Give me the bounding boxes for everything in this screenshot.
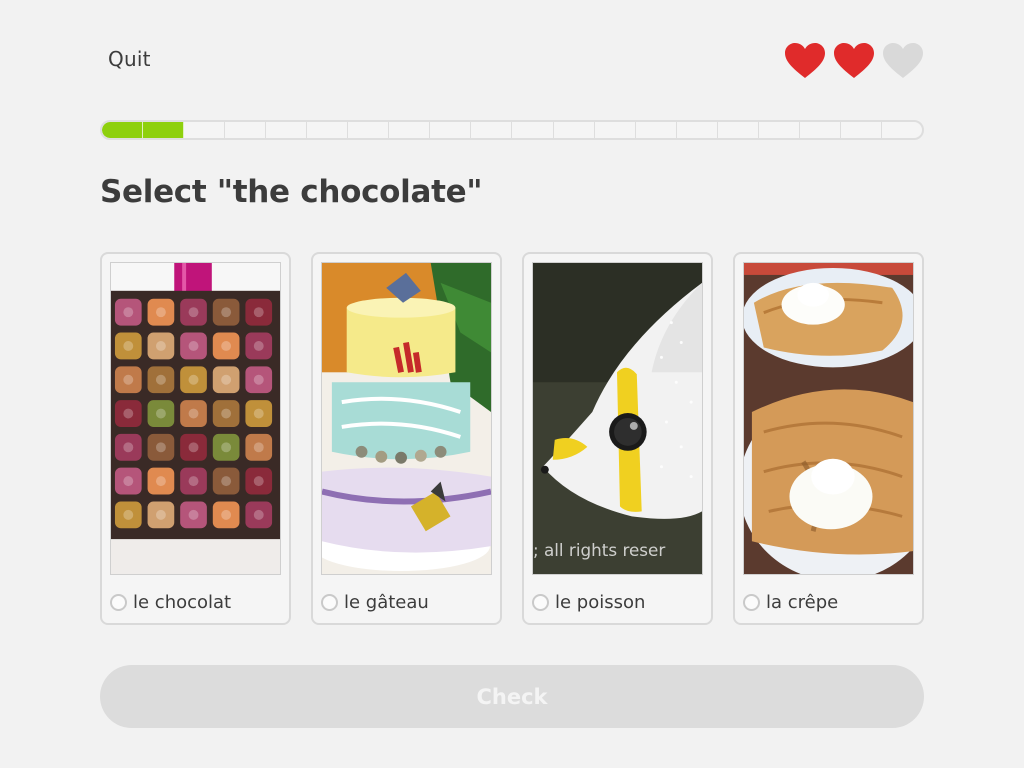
- progress-segment: [512, 122, 554, 138]
- chocolate-pattern: [188, 340, 199, 351]
- chocolate-pattern: [155, 442, 166, 453]
- quit-button[interactable]: Quit: [108, 47, 151, 71]
- crepe-image: [743, 262, 914, 575]
- progress-segment: [800, 122, 841, 138]
- progress-segment: [882, 122, 922, 138]
- fish-image: ; all rights reser: [532, 262, 703, 575]
- radio-button[interactable]: [321, 594, 338, 611]
- chocolate-pattern: [253, 442, 264, 453]
- choice-card-crepe[interactable]: la crêpe: [733, 252, 924, 625]
- chocolate-pattern: [123, 307, 134, 318]
- chocolate-pattern: [221, 442, 232, 453]
- progress-segments: [102, 122, 922, 138]
- choice-card-poisson[interactable]: ; all rights reser le poisson: [522, 252, 713, 625]
- progress-segment: [266, 122, 308, 138]
- progress-segment: [307, 122, 349, 138]
- chocolate-pattern: [221, 374, 232, 385]
- chocolate-pattern: [253, 374, 264, 385]
- chocolate-pattern: [253, 408, 264, 419]
- progress-segment: [636, 122, 677, 138]
- choice-label: le poisson: [555, 592, 646, 613]
- check-button[interactable]: Check: [100, 665, 924, 728]
- prompt-title: Select "the chocolate": [100, 174, 483, 210]
- cake-image: [321, 262, 492, 575]
- chocolate-pattern: [155, 374, 166, 385]
- chocolate-pattern: [155, 307, 166, 318]
- choice-card-chocolat[interactable]: le chocolat: [100, 252, 291, 625]
- lesson-progress-bar: [100, 120, 924, 140]
- chocolate-pattern: [253, 509, 264, 520]
- chocolate-pattern: [123, 509, 134, 520]
- choice-label-row: le gâteau: [321, 592, 429, 613]
- chocolate-pattern: [188, 307, 199, 318]
- chocolate-pattern: [221, 307, 232, 318]
- progress-segment: [718, 122, 759, 138]
- progress-segment: [759, 122, 800, 138]
- chocolate-pattern: [123, 476, 134, 487]
- progress-segment: [841, 122, 882, 138]
- chocolate-pattern: [221, 340, 232, 351]
- progress-segment: [677, 122, 718, 138]
- chocolate-pattern: [188, 408, 199, 419]
- radio-button[interactable]: [743, 594, 760, 611]
- progress-segment: [471, 122, 513, 138]
- progress-segment: [430, 122, 472, 138]
- chocolate-pattern: [123, 374, 134, 385]
- chocolate-pattern: [221, 408, 232, 419]
- progress-segment: [389, 122, 431, 138]
- chocolate-pattern: [221, 509, 232, 520]
- chocolate-pattern: [123, 408, 134, 419]
- progress-segment: [102, 122, 144, 138]
- chocolate-pattern: [155, 340, 166, 351]
- image-watermark-text: ; all rights reser: [533, 540, 665, 560]
- progress-segment: [554, 122, 595, 138]
- chocolate-pattern: [155, 509, 166, 520]
- chocolate-pattern: [221, 476, 232, 487]
- chocolate-pattern: [253, 340, 264, 351]
- progress-segment: [143, 122, 185, 138]
- choice-label: le gâteau: [344, 592, 429, 613]
- chocolate-pattern: [188, 476, 199, 487]
- choice-label: la crêpe: [766, 592, 839, 613]
- chocolate-pattern: [123, 340, 134, 351]
- choice-label-row: le poisson: [532, 592, 645, 613]
- progress-segment: [184, 122, 226, 138]
- choice-label: le chocolat: [133, 592, 232, 613]
- progress-segment: [595, 122, 636, 138]
- chocolate-box-image: [110, 262, 281, 575]
- heart-icon: [785, 43, 825, 78]
- chocolate-pattern: [155, 408, 166, 419]
- radio-button[interactable]: [110, 594, 127, 611]
- heart-icon: [834, 43, 874, 78]
- chocolate-pattern: [123, 442, 134, 453]
- answer-choices: le chocolat le gâteau ; all rights reser…: [100, 252, 924, 625]
- progress-segment: [225, 122, 267, 138]
- radio-button[interactable]: [532, 594, 549, 611]
- chocolate-pattern: [253, 476, 264, 487]
- chocolate-pattern: [155, 476, 166, 487]
- progress-segment: [348, 122, 390, 138]
- choice-label-row: la crêpe: [743, 592, 838, 613]
- choice-card-gateau[interactable]: le gâteau: [311, 252, 502, 625]
- chocolate-pattern: [188, 374, 199, 385]
- chocolate-pattern: [188, 509, 199, 520]
- chocolate-pattern: [253, 307, 264, 318]
- heart-empty-icon: [883, 43, 923, 78]
- chocolate-pattern: [188, 442, 199, 453]
- choice-label-row: le chocolat: [110, 592, 231, 613]
- lives-indicator: [784, 42, 924, 80]
